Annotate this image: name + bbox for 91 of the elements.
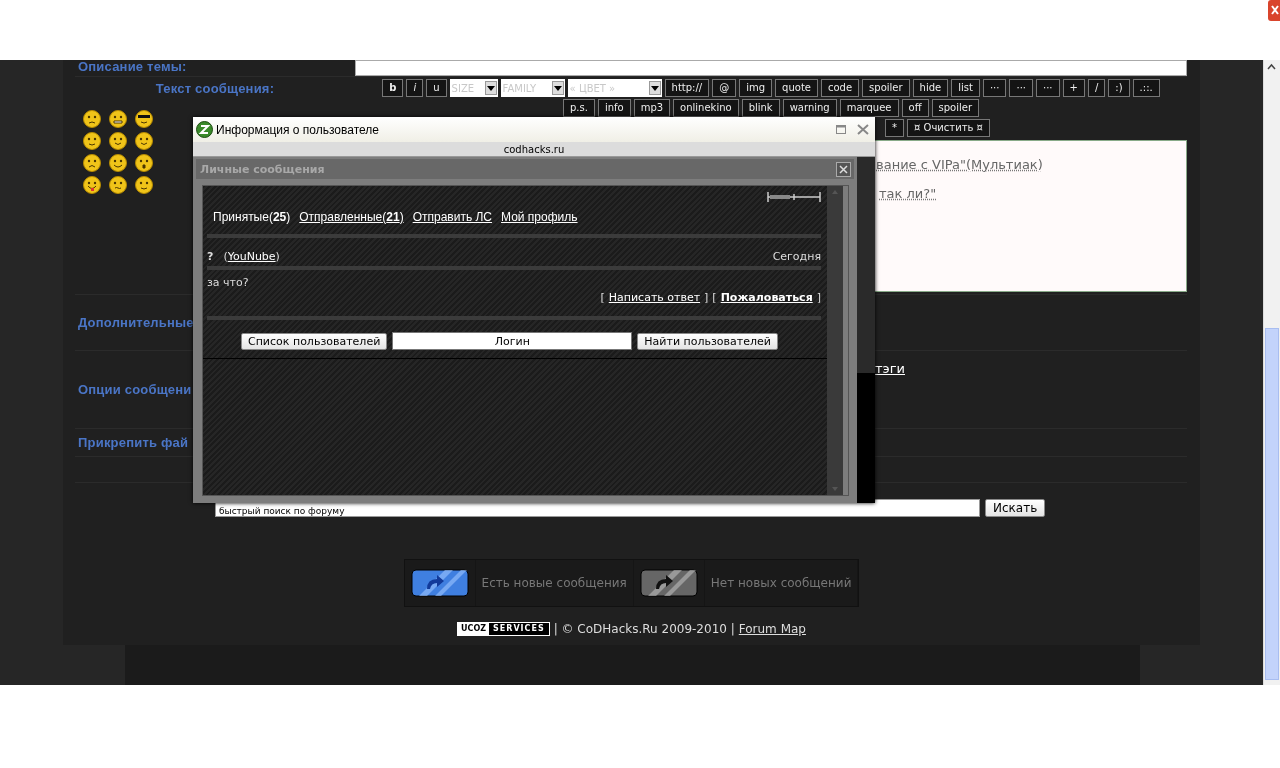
window-title: Информация о пользователе — [216, 122, 379, 137]
format-button[interactable]: i — [406, 79, 424, 97]
bracket-text: ] — [816, 291, 821, 304]
format-button[interactable]: hide — [912, 79, 949, 97]
sender-link[interactable]: YouNube — [227, 250, 276, 263]
format-button[interactable]: + — [1062, 79, 1085, 97]
format-button[interactable]: * — [885, 119, 904, 137]
legend-text: Есть новые сообщения — [481, 576, 627, 590]
format-button[interactable]: warning — [782, 99, 837, 117]
caret-icon — [486, 85, 495, 91]
format-button[interactable]: ··· — [1036, 79, 1060, 97]
close-icon[interactable] — [857, 124, 869, 135]
format-button[interactable]: / — [1087, 79, 1106, 97]
copyright-text: | © CoDHacks.Ru 2009-2010 | — [553, 622, 735, 636]
action-link[interactable]: Написать ответ — [608, 291, 701, 304]
section-label: Прикрепить фай — [78, 435, 190, 450]
format-button[interactable]: p.s. — [562, 99, 595, 117]
smiley-icon[interactable] — [135, 154, 153, 172]
close-icon — [839, 164, 849, 174]
format-button[interactable]: off — [901, 99, 929, 117]
smiley-icon[interactable] — [83, 110, 101, 128]
forum-map-link[interactable]: Forum Map — [738, 622, 806, 636]
format-button[interactable]: marquee — [839, 99, 899, 117]
smiley-icon[interactable] — [83, 154, 101, 172]
format-button[interactable]: :) — [1108, 79, 1130, 97]
format-button[interactable]: code — [821, 79, 860, 97]
panel-title: Личные сообщения — [200, 162, 325, 176]
caret-icon — [553, 85, 562, 91]
format-button[interactable]: http:// — [664, 79, 710, 97]
format-button[interactable]: spoiler — [931, 99, 980, 117]
format-button[interactable]: mp3 — [633, 99, 671, 117]
smiley-icon[interactable] — [135, 110, 153, 128]
topic-description-field[interactable] — [355, 60, 1187, 76]
smiley-icon[interactable] — [83, 176, 101, 194]
site-name: codhacks.ru — [503, 143, 565, 155]
format-button[interactable]: spoiler — [862, 79, 910, 97]
slider-icon[interactable] — [767, 190, 821, 204]
format-button[interactable]: b — [382, 79, 404, 97]
format-button[interactable]: ¤ Очистить ¤ — [907, 119, 990, 137]
format-button[interactable]: img — [739, 79, 773, 97]
format-button[interactable]: ··· — [982, 79, 1007, 97]
message-date: Сегодня — [772, 250, 821, 263]
search-button[interactable]: Искать — [985, 499, 1046, 517]
caret-icon — [650, 85, 659, 91]
smiley-icon[interactable] — [109, 132, 127, 150]
format-button[interactable]: @ — [712, 79, 737, 97]
maximize-icon[interactable] — [836, 125, 846, 134]
format-button[interactable]: .::. — [1132, 79, 1160, 97]
section-label: Опции сообщени — [78, 382, 193, 397]
format-button[interactable]: u — [426, 79, 447, 97]
scrollbar[interactable] — [857, 157, 875, 503]
smiley-icon[interactable] — [109, 176, 127, 194]
field-label: Текст сообщения: — [155, 81, 275, 96]
message-tab[interactable]: Отправить ЛС — [412, 210, 493, 224]
scrollbar[interactable] — [1263, 60, 1280, 685]
format-button[interactable]: onlinekino — [673, 99, 739, 117]
format-button[interactable]: info — [597, 99, 631, 117]
smiley-icon[interactable] — [135, 132, 153, 150]
close-button[interactable] — [836, 161, 852, 177]
format-button[interactable]: quote — [775, 79, 818, 97]
ucoz-logo[interactable]: UCOZ SERVICES — [457, 622, 550, 636]
section-label: Дополнительные — [78, 315, 195, 330]
message-mark: ? — [207, 250, 214, 263]
bracket-text: ] — [704, 291, 709, 304]
message-tab[interactable]: Отправленные(21) — [299, 210, 404, 224]
smiley-icon[interactable] — [83, 132, 101, 150]
app-logo-icon — [196, 121, 213, 138]
format-button[interactable]: ··· — [1009, 79, 1033, 97]
user-list-button[interactable]: Список пользователей — [241, 332, 388, 350]
message-text: так ли?" — [879, 186, 938, 201]
smiley-icon[interactable] — [109, 154, 127, 172]
message-tab[interactable]: Принятые(25) — [213, 210, 291, 224]
login-field[interactable]: Логин — [392, 332, 633, 350]
bracket-text: [ — [712, 291, 717, 304]
bracket-text: [ — [600, 291, 605, 304]
format-button[interactable]: blink — [741, 99, 780, 117]
action-link[interactable]: Пожаловаться — [720, 291, 813, 304]
message-tab[interactable]: Мой профиль — [501, 210, 578, 224]
legend-text: Нет новых сообщений — [710, 576, 852, 590]
tags-link[interactable]: тэги — [875, 361, 1187, 376]
message-text: вание с VIPa"(Мультиак) — [876, 157, 1044, 172]
message-body: за что? — [207, 276, 250, 289]
paren-text: ) — [275, 250, 280, 263]
close-icon[interactable] — [1268, 0, 1280, 22]
find-users-button[interactable]: Найти пользователей — [637, 332, 778, 350]
smiley-icon[interactable] — [135, 176, 153, 194]
smiley-icon[interactable] — [109, 110, 127, 128]
scrollbar-thumb[interactable] — [1265, 328, 1279, 680]
paren-text: ( — [223, 250, 228, 263]
field-label: Описание темы: — [77, 60, 188, 74]
format-button[interactable]: list — [951, 79, 980, 97]
